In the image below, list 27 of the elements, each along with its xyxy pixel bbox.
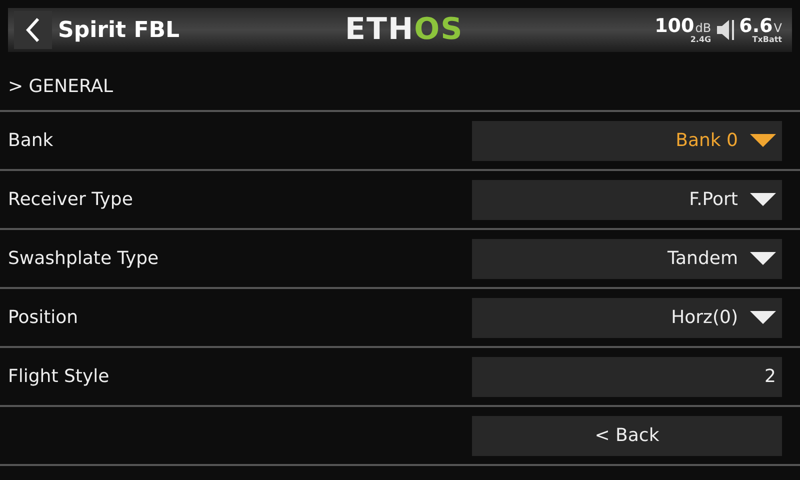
setting-label: Position [8, 307, 78, 328]
frequency-label: 2.4G [690, 36, 712, 44]
dropdown-field[interactable]: Tandem [472, 238, 782, 278]
battery-value: 6.6 [739, 16, 773, 36]
back-button[interactable]: < Back [472, 416, 782, 456]
back-button[interactable] [14, 11, 52, 49]
dropdown-field[interactable]: Horz(0) [472, 298, 782, 338]
setting-label: Bank [8, 130, 54, 151]
rssi-unit: dB [695, 22, 712, 34]
setting-label: Flight Style [8, 366, 110, 387]
setting-label: Swashplate Type [8, 248, 159, 269]
section-heading: > GENERAL [7, 75, 114, 99]
battery-unit: V [774, 22, 782, 34]
dropdown-arrow-icon [750, 252, 776, 266]
speaker-icon [715, 18, 736, 42]
dropdown-field[interactable]: F.Port [472, 180, 782, 220]
model-name: Spirit FBL [58, 18, 180, 42]
dropdown-field[interactable]: Bank 0 [472, 120, 782, 160]
dropdown-arrow-icon [750, 134, 776, 148]
logo: ETHOS [345, 14, 464, 46]
setting-label: Receiver Type [8, 189, 133, 210]
back-icon [26, 17, 40, 43]
dropdown-arrow-icon [750, 310, 776, 324]
rssi-value: 100 [654, 16, 694, 36]
number-field[interactable]: 2 [472, 356, 782, 396]
dropdown-arrow-icon [750, 192, 776, 206]
battery-label: TxBatt [752, 36, 782, 44]
